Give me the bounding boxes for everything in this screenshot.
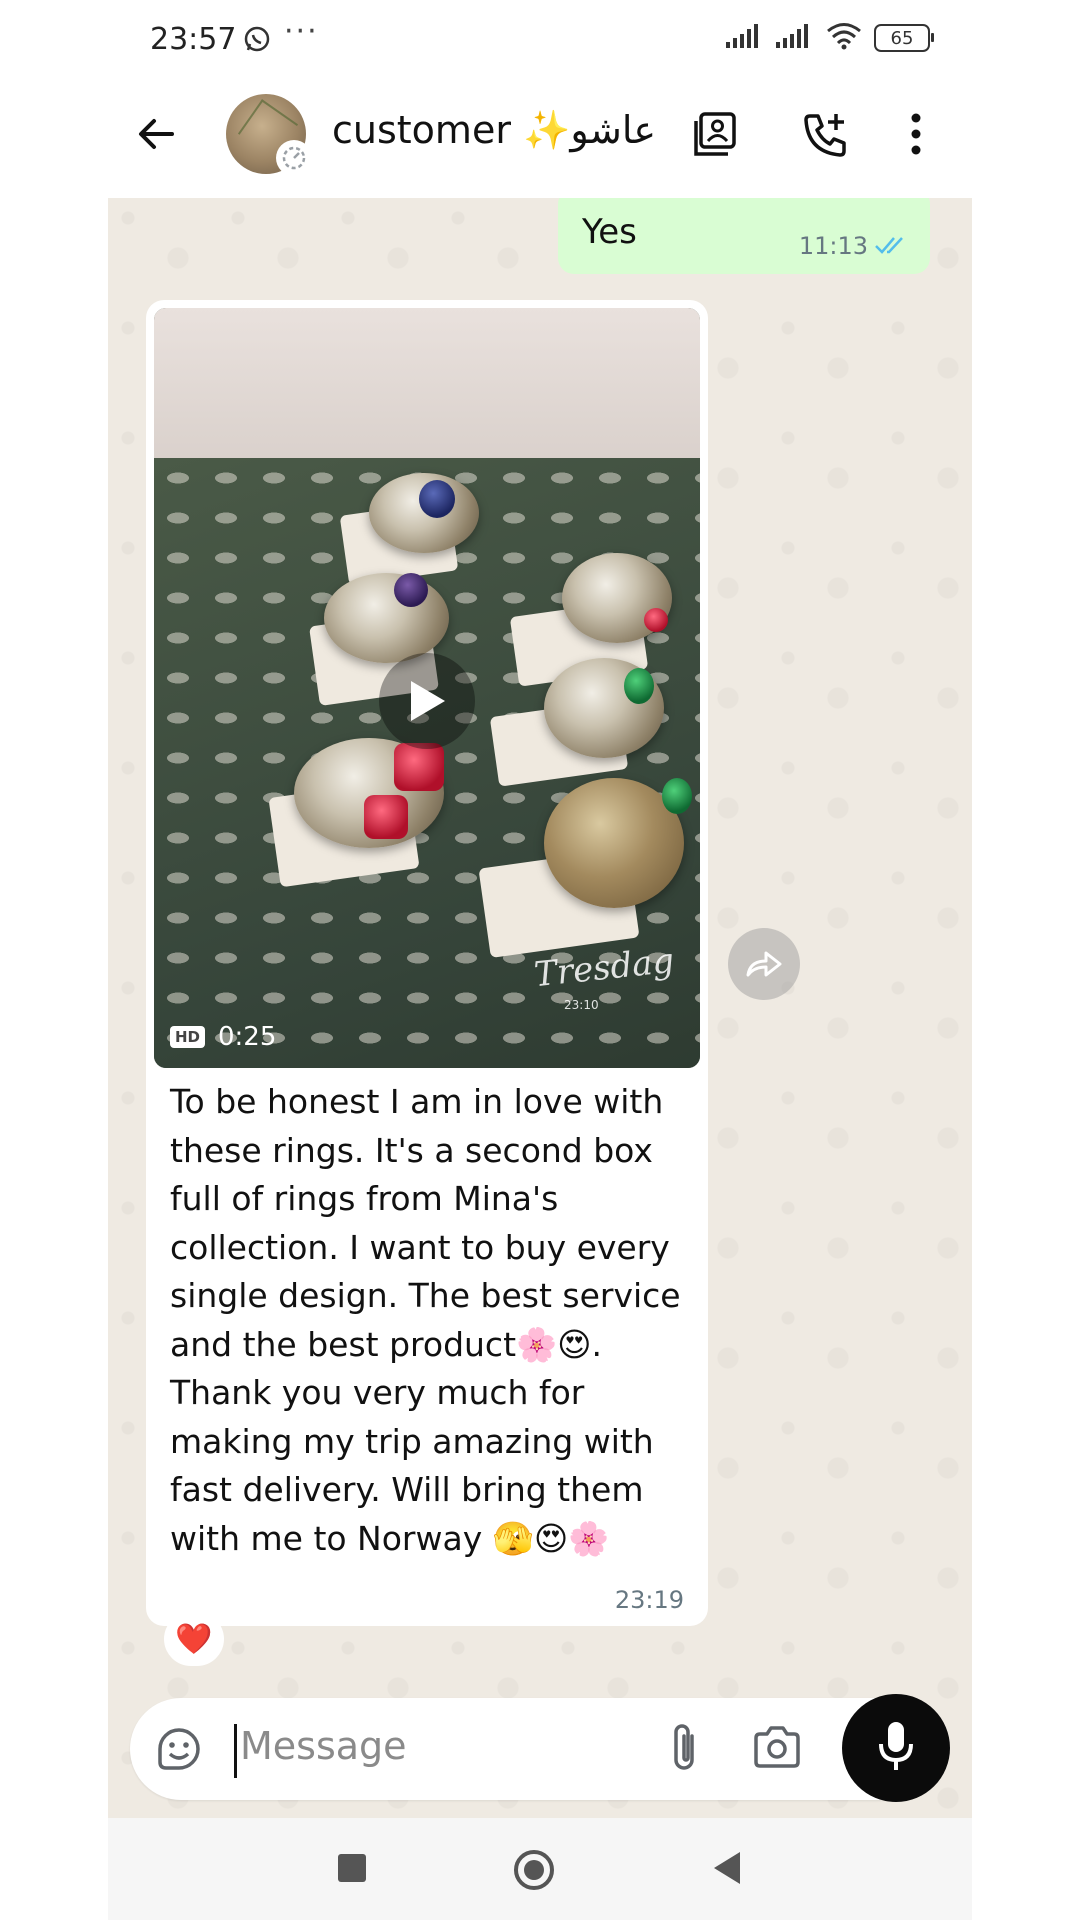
status-bar: 23:57 ··· 65 — [108, 0, 972, 80]
status-ring-icon — [276, 140, 312, 176]
chat-area[interactable]: Yes 11:13 Tresdag 23:10 HD 0:25 To be ho… — [108, 198, 972, 1818]
outgoing-message[interactable]: Yes 11:13 — [558, 198, 930, 274]
mic-button[interactable] — [842, 1694, 950, 1802]
incoming-message[interactable]: Tresdag 23:10 HD 0:25 To be honest I am … — [146, 300, 708, 1626]
reaction-badge[interactable]: ❤️ — [164, 1612, 224, 1666]
home-icon[interactable] — [512, 1848, 556, 1896]
message-composer: Message — [130, 1698, 928, 1800]
message-text: Yes — [582, 212, 637, 252]
camera-icon[interactable] — [752, 1724, 802, 1774]
more-vert-icon[interactable] — [908, 110, 924, 162]
signal-icon — [726, 24, 764, 52]
attach-icon[interactable] — [664, 1722, 704, 1778]
message-time: 23:19 — [614, 1586, 684, 1614]
whatsapp-icon — [242, 24, 272, 58]
contact-card-icon[interactable] — [692, 110, 740, 162]
status-time: 23:57 — [150, 22, 237, 57]
wifi-icon — [826, 22, 862, 54]
play-button[interactable] — [379, 653, 475, 749]
message-time: 11:13 — [798, 232, 868, 260]
battery-icon: 65 — [874, 24, 934, 52]
watermark-time: 23:10 — [564, 998, 599, 1012]
forward-icon[interactable] — [728, 928, 800, 1000]
left-frame — [0, 0, 108, 1920]
message-text: To be honest I am in love with these rin… — [170, 1082, 681, 1558]
read-ticks-icon — [874, 234, 910, 260]
chat-header: customer ✨عاشو — [108, 80, 972, 198]
system-nav-bar — [108, 1818, 972, 1920]
hd-badge: HD — [170, 1026, 206, 1048]
back-arrow-icon[interactable] — [134, 112, 178, 160]
contact-name[interactable]: customer ✨عاشو — [332, 108, 656, 153]
video-thumbnail[interactable]: Tresdag 23:10 HD 0:25 — [154, 308, 700, 1068]
right-frame — [972, 0, 1080, 1920]
status-right: 65 — [726, 22, 934, 54]
add-call-icon[interactable] — [800, 110, 850, 164]
back-icon[interactable] — [708, 1848, 748, 1892]
message-input[interactable]: Message — [240, 1724, 407, 1768]
status-more: ··· — [284, 14, 319, 49]
recents-icon[interactable] — [332, 1848, 372, 1892]
video-duration: 0:25 — [218, 1022, 277, 1052]
sticker-icon[interactable] — [154, 1724, 204, 1778]
mic-icon — [876, 1720, 916, 1776]
phone-screen: 23:57 ··· 65 customer ✨عاشو Yes 11:13 Tr… — [108, 0, 972, 1920]
signal-icon — [776, 24, 814, 52]
text-caret — [234, 1724, 237, 1778]
